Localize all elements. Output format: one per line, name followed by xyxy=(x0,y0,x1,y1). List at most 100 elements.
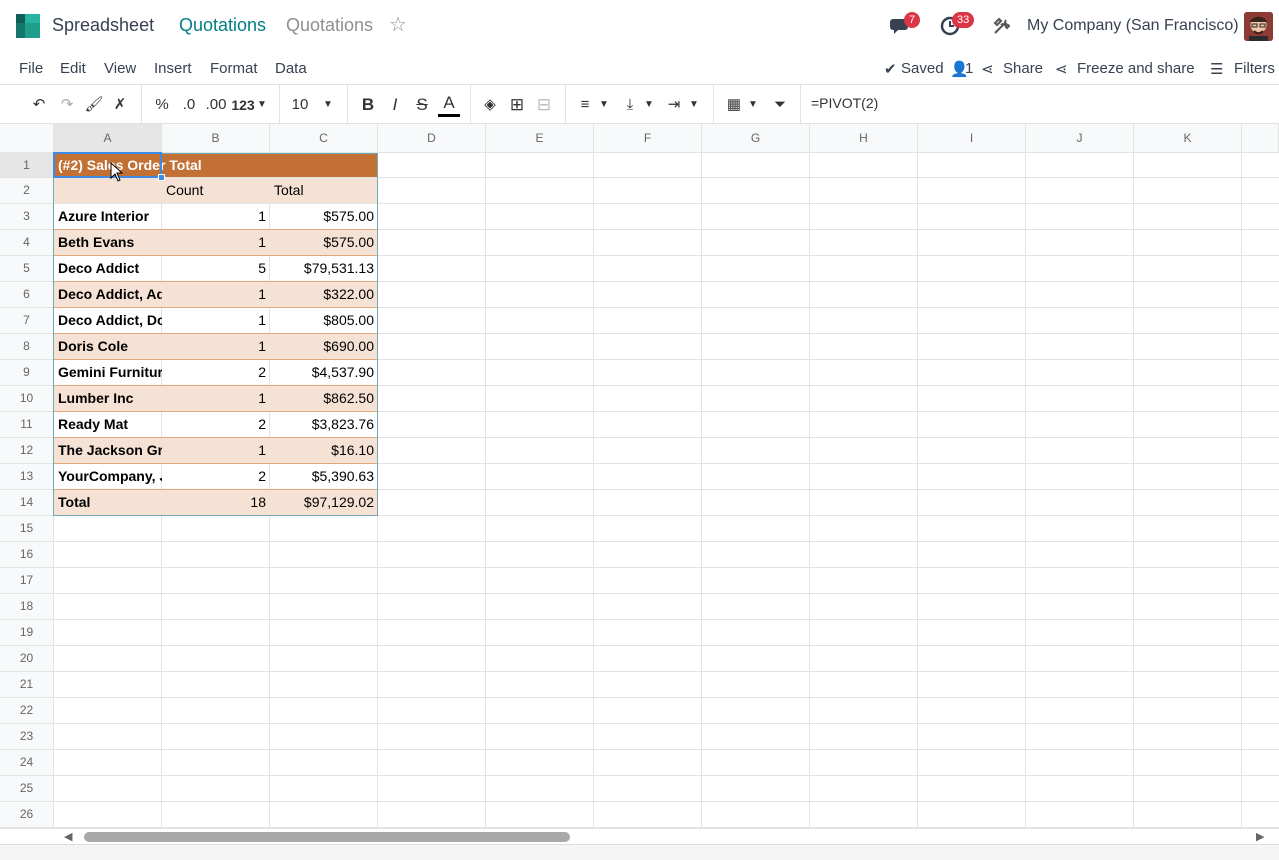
pivot-count-cell[interactable]: 1 xyxy=(162,334,270,359)
pivot-count-cell[interactable]: 2 xyxy=(162,412,270,437)
scrollbar-thumb[interactable] xyxy=(84,832,570,842)
menu-insert[interactable]: Insert xyxy=(154,60,192,77)
table-format-icon[interactable]: ▦ xyxy=(723,93,745,117)
horizontal-scrollbar[interactable]: ◀ ▶ xyxy=(0,828,1279,844)
scroll-right-icon[interactable]: ▶ xyxy=(1256,830,1264,843)
pivot-row-label-cell[interactable]: Azure Interior xyxy=(54,204,162,229)
menu-data[interactable]: Data xyxy=(275,60,307,77)
column-header[interactable]: C xyxy=(270,124,378,153)
pivot-count-cell[interactable]: 1 xyxy=(162,438,270,463)
column-header[interactable]: G xyxy=(702,124,810,153)
row-header[interactable]: 2 xyxy=(0,178,54,204)
pivot-title-cell[interactable]: (#2) Sales Order Total xyxy=(54,153,378,177)
pivot-row-label-cell[interactable]: Doris Cole xyxy=(54,334,162,359)
row-header[interactable]: 26 xyxy=(0,802,54,828)
pivot-row-label-cell[interactable]: The Jackson Gr xyxy=(54,438,162,463)
pivot-row-label-cell[interactable]: YourCompany, J xyxy=(54,464,162,489)
pivot-count-cell[interactable]: 2 xyxy=(162,360,270,385)
pivot-row-label-cell[interactable]: Lumber Inc xyxy=(54,386,162,411)
column-header[interactable]: I xyxy=(918,124,1026,153)
pivot-total-cell[interactable]: $575.00 xyxy=(270,204,378,229)
row-header[interactable]: 14 xyxy=(0,490,54,516)
pivot-row-label-cell[interactable]: Deco Addict xyxy=(54,256,162,281)
chevron-down-icon[interactable]: ▼ xyxy=(688,93,700,117)
row-header[interactable]: 16 xyxy=(0,542,54,568)
breadcrumb-quotations[interactable]: Quotations xyxy=(179,15,266,36)
chevron-down-icon[interactable]: ▼ xyxy=(747,93,759,117)
paint-format-icon[interactable]: 🖌 xyxy=(84,93,104,117)
pivot-count-cell[interactable]: 1 xyxy=(162,308,270,333)
pivot-row-label-cell[interactable]: Ready Mat xyxy=(54,412,162,437)
row-header[interactable]: 23 xyxy=(0,724,54,750)
share-button[interactable]: Share xyxy=(1003,60,1043,77)
text-wrap-icon[interactable]: ⇥ xyxy=(664,93,684,117)
pivot-count-cell[interactable]: 1 xyxy=(162,230,270,255)
row-header[interactable]: 10 xyxy=(0,386,54,412)
spreadsheet-grid[interactable]: A B C D E F G H I J K 1 2 3 4 5 6 7 8 9 10 11 12 13 14 15 16 17 18 19… xyxy=(0,124,1279,828)
freeze-share-icon[interactable]: ⋖ xyxy=(1055,60,1068,78)
decrease-decimal-button[interactable]: .0 xyxy=(178,93,200,117)
pivot-count-cell[interactable]: 5 xyxy=(162,256,270,281)
pivot-count-cell[interactable]: 1 xyxy=(162,204,270,229)
row-header[interactable]: 22 xyxy=(0,698,54,724)
pivot-row-label-cell[interactable]: Deco Addict, Ad xyxy=(54,282,162,307)
pivot-count-cell[interactable]: 1 xyxy=(162,282,270,307)
row-header[interactable]: 24 xyxy=(0,750,54,776)
fill-color-icon[interactable]: ◈ xyxy=(480,93,500,117)
text-color-button[interactable]: A xyxy=(438,93,460,117)
borders-icon[interactable]: ⊞ xyxy=(507,93,527,117)
user-avatar[interactable] xyxy=(1244,12,1273,41)
row-header[interactable]: 17 xyxy=(0,568,54,594)
menu-edit[interactable]: Edit xyxy=(60,60,86,77)
row-header[interactable]: 21 xyxy=(0,672,54,698)
clear-format-icon[interactable]: ✗ xyxy=(110,93,130,117)
pivot-total-cell[interactable]: $16.10 xyxy=(270,438,378,463)
pivot-count-cell[interactable]: 1 xyxy=(162,386,270,411)
bold-button[interactable]: B xyxy=(358,93,378,117)
column-header[interactable]: B xyxy=(162,124,270,153)
pivot-count-header-cell[interactable]: Count xyxy=(162,178,270,203)
row-header[interactable]: 3 xyxy=(0,204,54,230)
column-header[interactable]: H xyxy=(810,124,918,153)
filters-button[interactable]: Filters xyxy=(1234,60,1275,77)
row-header[interactable]: 7 xyxy=(0,308,54,334)
autofill-handle[interactable] xyxy=(158,174,165,181)
row-header[interactable]: 11 xyxy=(0,412,54,438)
merge-cells-icon[interactable]: ⊟ xyxy=(533,93,555,117)
row-header[interactable]: 12 xyxy=(0,438,54,464)
app-title[interactable]: Spreadsheet xyxy=(52,15,154,36)
debug-tools-icon[interactable] xyxy=(993,17,1011,35)
increase-decimal-button[interactable]: .00 xyxy=(203,93,229,117)
row-header[interactable]: 1 xyxy=(0,153,54,178)
row-header[interactable]: 18 xyxy=(0,594,54,620)
row-header[interactable]: 13 xyxy=(0,464,54,490)
pivot-count-cell[interactable]: 2 xyxy=(162,464,270,489)
vertical-align-icon[interactable]: ⤓ xyxy=(620,93,640,117)
share-icon[interactable]: ⋖ xyxy=(981,60,994,78)
pivot-total-header-cell[interactable]: Total xyxy=(270,178,378,203)
favorite-star-icon[interactable]: ☆ xyxy=(389,15,407,35)
menu-format[interactable]: Format xyxy=(210,60,258,77)
pivot-total-cell[interactable]: $575.00 xyxy=(270,230,378,255)
number-format-button[interactable]: 123 xyxy=(231,93,255,117)
pivot-total-cell[interactable]: $805.00 xyxy=(270,308,378,333)
formula-bar-input[interactable]: =PIVOT(2) xyxy=(811,95,878,111)
row-header[interactable]: 20 xyxy=(0,646,54,672)
column-header[interactable]: E xyxy=(486,124,594,153)
row-header[interactable]: 25 xyxy=(0,776,54,802)
align-left-icon[interactable]: ≡ xyxy=(575,93,595,117)
column-header[interactable]: K xyxy=(1134,124,1242,153)
pivot-total-cell[interactable]: $79,531.13 xyxy=(270,256,378,281)
filters-icon[interactable]: ☰ xyxy=(1210,60,1223,78)
pivot-total-cell[interactable]: $4,537.90 xyxy=(270,360,378,385)
scroll-left-icon[interactable]: ◀ xyxy=(64,830,72,843)
chevron-down-icon[interactable]: ▼ xyxy=(598,93,610,117)
corner-cell[interactable] xyxy=(0,124,54,153)
redo-icon[interactable]: ↷ xyxy=(56,93,78,117)
row-header[interactable]: 6 xyxy=(0,282,54,308)
strikethrough-button[interactable]: S xyxy=(412,93,432,117)
row-header[interactable]: 5 xyxy=(0,256,54,282)
row-header[interactable]: 8 xyxy=(0,334,54,360)
company-switcher[interactable]: My Company (San Francisco) xyxy=(1027,17,1239,35)
font-size-value[interactable]: 10 xyxy=(290,93,310,117)
